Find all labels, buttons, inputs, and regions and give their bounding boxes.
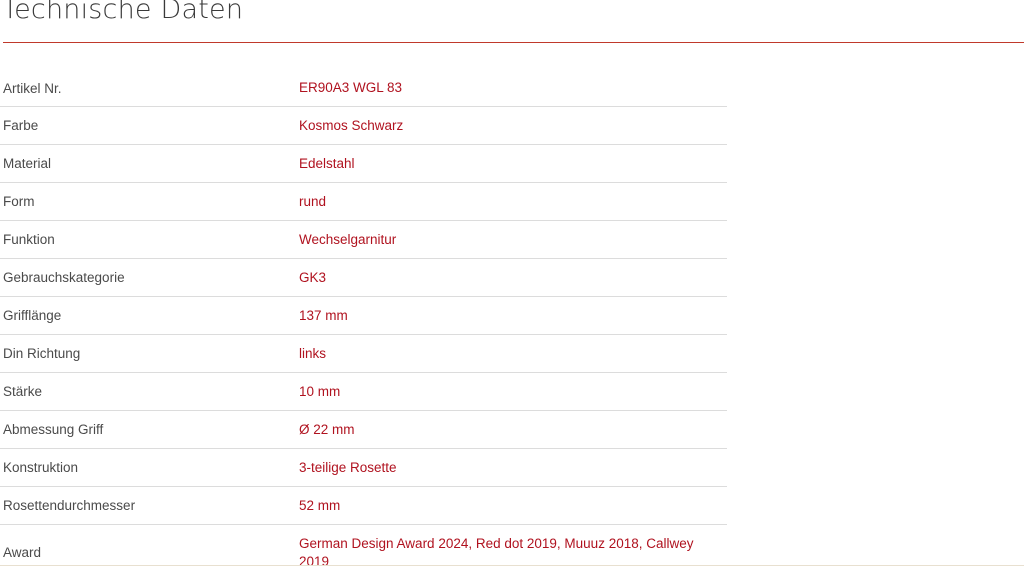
spec-label: Funktion: [3, 232, 55, 247]
spec-row-artikel-nr: Artikel Nr. ER90A3 WGL 83: [0, 70, 727, 107]
spec-label: Konstruktion: [3, 460, 79, 475]
spec-value: 137 mm: [299, 307, 348, 323]
spec-label: Material: [3, 156, 52, 171]
spec-label: Gebrauchskategorie: [3, 270, 125, 285]
spec-value: rund: [299, 193, 327, 209]
spec-table: Artikel Nr. ER90A3 WGL 83 Farbe Kosmos S…: [0, 70, 727, 585]
spec-label: Stärke: [3, 384, 43, 399]
spec-label: Grifflänge: [3, 308, 62, 323]
spec-label: Abmessung Griff: [3, 422, 104, 437]
title-divider: [3, 42, 1024, 43]
spec-row-material: Material Edelstahl: [0, 145, 727, 183]
spec-value: 52 mm: [299, 497, 341, 513]
spec-label: Form: [3, 194, 35, 209]
spec-row-award: Award German Design Award 2024, Red dot …: [0, 525, 727, 585]
spec-label: Award: [3, 545, 42, 560]
spec-row-rosettendurchmesser: Rosettendurchmesser 52 mm: [0, 487, 727, 525]
spec-row-abmessung-griff: Abmessung Griff Ø 22 mm: [0, 411, 727, 449]
spec-label: Artikel Nr.: [3, 80, 62, 96]
spec-value: GK3: [299, 269, 327, 285]
spec-label: Rosettendurchmesser: [3, 498, 136, 513]
spec-row-funktion: Funktion Wechselgarnitur: [0, 221, 727, 259]
spec-label: Farbe: [3, 118, 39, 133]
spec-row-farbe: Farbe Kosmos Schwarz: [0, 107, 727, 145]
spec-label: Din Richtung: [3, 346, 81, 361]
spec-value: Ø 22 mm: [299, 421, 355, 437]
page-title: Technische Daten: [2, 0, 244, 25]
spec-row-form: Form rund: [0, 183, 727, 221]
spec-value: Wechselgarnitur: [299, 231, 397, 247]
spec-row-staerke: Stärke 10 mm: [0, 373, 727, 411]
spec-row-grifflaenge: Grifflänge 137 mm: [0, 297, 727, 335]
spec-row-konstruktion: Konstruktion 3-teilige Rosette: [0, 449, 727, 487]
spec-value: Edelstahl: [299, 155, 355, 171]
spec-value: Kosmos Schwarz: [299, 117, 404, 133]
spec-value: links: [299, 345, 327, 361]
spec-row-gebrauchskategorie: Gebrauchskategorie GK3: [0, 259, 727, 297]
spec-value: ER90A3 WGL 83: [299, 80, 403, 95]
spec-value: 10 mm: [299, 383, 341, 399]
spec-row-din-richtung: Din Richtung links: [0, 335, 727, 373]
page-bottom-divider: [0, 565, 1024, 566]
spec-value: 3-teilige Rosette: [299, 459, 397, 475]
